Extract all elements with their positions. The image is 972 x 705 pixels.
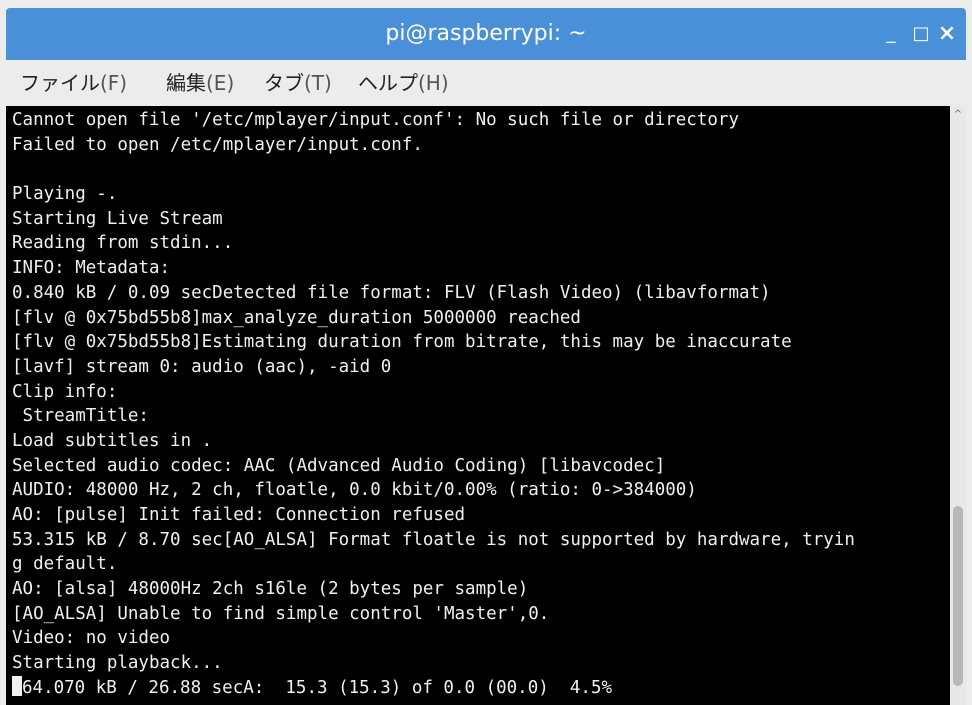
terminal-line: [AO_ALSA] Unable to find simple control …: [12, 603, 550, 624]
terminal-line: StreamTitle:: [12, 406, 149, 427]
terminal-line: Playing -.: [12, 184, 118, 205]
terminal-window: pi@raspberrypi: ~ _ □ × ファイル(F) 編集(E) タブ…: [0, 0, 972, 705]
terminal-line: g default.: [12, 554, 118, 575]
menu-help-accel: (H): [418, 71, 449, 95]
scroll-thumb[interactable]: [953, 506, 963, 686]
menu-tab-accel: (T): [304, 71, 332, 95]
menu-tab-label: タブ: [264, 71, 304, 95]
terminal-line-current: 64.070 kB / 26.88 secA: 15.3 (15.3) of 0…: [12, 675, 950, 701]
terminal-line: Starting Live Stream: [12, 208, 223, 229]
menu-file-label: ファイル: [20, 71, 100, 95]
menu-file-accel: (F): [100, 71, 128, 95]
scroll-up-arrow-icon[interactable]: ^: [950, 108, 966, 122]
title-bar[interactable]: pi@raspberrypi: ~ _ □ ×: [6, 8, 966, 60]
terminal-line: Starting playback...: [12, 653, 223, 674]
terminal-line: [flv @ 0x75bd55b8]Estimating duration fr…: [12, 332, 792, 353]
terminal-line-last: 64.070 kB / 26.88 secA: 15.3 (15.3) of 0…: [22, 677, 613, 698]
minimize-button[interactable]: _: [876, 8, 906, 60]
menu-edit-accel: (E): [206, 71, 235, 95]
window-title: pi@raspberrypi: ~: [385, 21, 587, 46]
terminal-line: Load subtitles in .: [12, 430, 213, 451]
terminal-line: 0.840 kB / 0.09 secDetected file format:…: [12, 282, 771, 303]
menu-tab[interactable]: タブ(T): [264, 60, 332, 106]
terminal-line: Video: no video: [12, 628, 171, 649]
menu-bar: ファイル(F) 編集(E) タブ(T) ヘルプ(H): [6, 60, 966, 106]
terminal-output[interactable]: Cannot open file '/etc/mplayer/input.con…: [6, 106, 950, 705]
terminal-line: 53.315 kB / 8.70 sec[AO_ALSA] Format flo…: [12, 529, 855, 550]
terminal-line: Clip info:: [12, 381, 118, 402]
vertical-scrollbar[interactable]: ^: [950, 106, 966, 705]
menu-edit-label: 編集: [166, 71, 206, 95]
text-cursor: [12, 675, 22, 696]
menu-edit[interactable]: 編集(E): [166, 60, 234, 106]
close-button[interactable]: ×: [932, 8, 962, 60]
terminal-line: Failed to open /etc/mplayer/input.conf.: [12, 134, 423, 155]
terminal-line: Reading from stdin...: [12, 233, 234, 254]
terminal-line: AO: [alsa] 48000Hz 2ch s16le (2 bytes pe…: [12, 579, 529, 600]
terminal-line: INFO: Metadata:: [12, 258, 171, 279]
menu-help[interactable]: ヘルプ(H): [358, 60, 449, 106]
menu-file[interactable]: ファイル(F): [20, 60, 127, 106]
terminal-line: [flv @ 0x75bd55b8]max_analyze_duration 5…: [12, 307, 581, 328]
terminal-line: AUDIO: 48000 Hz, 2 ch, floatle, 0.0 kbit…: [12, 480, 697, 501]
terminal-line: Cannot open file '/etc/mplayer/input.con…: [12, 110, 739, 130]
terminal-line: [lavf] stream 0: audio (aac), -aid 0: [12, 356, 392, 377]
menu-help-label: ヘルプ: [358, 71, 418, 95]
terminal-line: AO: [pulse] Init failed: Connection refu…: [12, 505, 466, 525]
terminal-lines: Cannot open file '/etc/mplayer/input.con…: [12, 108, 950, 701]
terminal-line: Selected audio codec: AAC (Advanced Audi…: [12, 455, 666, 476]
